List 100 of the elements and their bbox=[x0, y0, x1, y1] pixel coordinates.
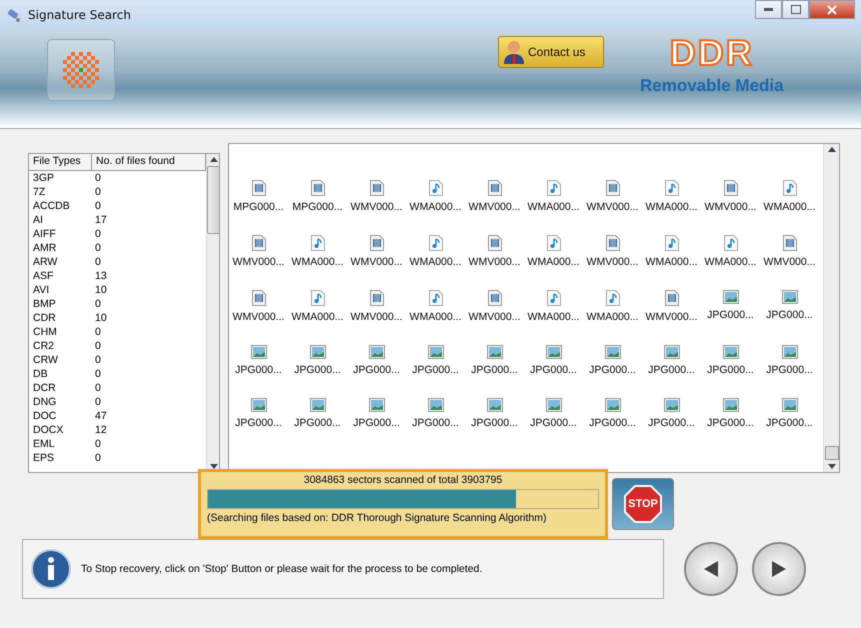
music-file-icon[interactable] bbox=[664, 235, 678, 251]
file-name[interactable]: WMV000... bbox=[646, 311, 698, 323]
music-file-icon[interactable] bbox=[310, 290, 324, 306]
scrollbar-thumb[interactable] bbox=[207, 166, 219, 234]
close-button[interactable] bbox=[809, 0, 855, 19]
image-file-icon[interactable] bbox=[664, 345, 680, 359]
image-file-icon[interactable] bbox=[368, 345, 384, 359]
image-file-icon[interactable] bbox=[664, 398, 680, 412]
image-file-icon[interactable] bbox=[486, 398, 502, 412]
file-name[interactable]: JPG000... bbox=[589, 364, 636, 376]
file-name[interactable]: WMA000... bbox=[646, 256, 698, 268]
image-file-icon[interactable] bbox=[722, 290, 738, 304]
back-button[interactable] bbox=[684, 542, 738, 596]
file-name[interactable]: JPG000... bbox=[707, 309, 754, 321]
video-file-icon[interactable] bbox=[488, 180, 502, 196]
music-file-icon[interactable] bbox=[724, 235, 738, 251]
video-file-icon[interactable] bbox=[606, 180, 620, 196]
file-name[interactable]: JPG000... bbox=[412, 364, 459, 376]
file-name[interactable]: JPG000... bbox=[530, 417, 577, 429]
music-file-icon[interactable] bbox=[606, 290, 620, 306]
video-file-icon[interactable] bbox=[488, 235, 502, 251]
scroll-down-icon[interactable] bbox=[828, 464, 836, 469]
image-file-icon[interactable] bbox=[546, 398, 562, 412]
image-file-icon[interactable] bbox=[428, 398, 444, 412]
file-name[interactable]: JPG000... bbox=[412, 417, 459, 429]
music-file-icon[interactable] bbox=[428, 180, 442, 196]
file-name[interactable]: JPG000... bbox=[353, 364, 400, 376]
file-name[interactable]: JPG000... bbox=[766, 309, 813, 321]
video-file-icon[interactable] bbox=[252, 290, 266, 306]
scrollbar-thumb[interactable] bbox=[824, 446, 838, 460]
file-name[interactable]: WMA000... bbox=[410, 256, 462, 268]
file-name[interactable]: WMV000... bbox=[350, 201, 402, 213]
image-file-icon[interactable] bbox=[546, 345, 562, 359]
file-name[interactable]: JPG000... bbox=[648, 364, 695, 376]
file-name[interactable]: WMV000... bbox=[468, 201, 520, 213]
music-file-icon[interactable] bbox=[546, 235, 560, 251]
image-file-icon[interactable] bbox=[310, 398, 326, 412]
file-name[interactable]: WMA000... bbox=[292, 311, 344, 323]
file-name[interactable]: WMV000... bbox=[586, 201, 638, 213]
contact-us-button[interactable]: Contact us bbox=[498, 36, 604, 68]
file-name[interactable]: JPG000... bbox=[294, 417, 341, 429]
music-file-icon[interactable] bbox=[782, 180, 796, 196]
music-file-icon[interactable] bbox=[310, 235, 324, 251]
image-file-icon[interactable] bbox=[722, 345, 738, 359]
file-name[interactable]: JPG000... bbox=[294, 364, 341, 376]
image-file-icon[interactable] bbox=[604, 398, 620, 412]
file-name[interactable]: WMA000... bbox=[528, 256, 580, 268]
file-name[interactable]: JPG000... bbox=[471, 364, 518, 376]
music-file-icon[interactable] bbox=[546, 290, 560, 306]
video-file-icon[interactable] bbox=[782, 235, 796, 251]
file-name[interactable]: WMV000... bbox=[468, 311, 520, 323]
file-name[interactable]: MPG000... bbox=[292, 201, 343, 213]
file-name[interactable]: JPG000... bbox=[766, 417, 813, 429]
video-file-icon[interactable] bbox=[370, 235, 384, 251]
file-name[interactable]: JPG000... bbox=[235, 364, 282, 376]
file-name[interactable]: WMA000... bbox=[586, 311, 638, 323]
file-name[interactable]: WMA000... bbox=[528, 201, 580, 213]
file-name[interactable]: WMA000... bbox=[410, 201, 462, 213]
column-header[interactable]: File Types bbox=[29, 154, 92, 170]
file-name[interactable]: JPG000... bbox=[707, 364, 754, 376]
image-file-icon[interactable] bbox=[428, 345, 444, 359]
video-file-icon[interactable] bbox=[606, 235, 620, 251]
file-name[interactable]: WMA000... bbox=[292, 256, 344, 268]
minimize-button[interactable] bbox=[755, 0, 782, 19]
video-file-icon[interactable] bbox=[724, 180, 738, 196]
file-name[interactable]: MPG000... bbox=[233, 201, 284, 213]
file-name[interactable]: JPG000... bbox=[707, 417, 754, 429]
file-name[interactable]: JPG000... bbox=[648, 417, 695, 429]
file-name[interactable]: WMV000... bbox=[232, 256, 284, 268]
file-name[interactable]: WMV000... bbox=[704, 201, 756, 213]
scroll-up-icon[interactable] bbox=[210, 157, 218, 162]
scroll-up-icon[interactable] bbox=[828, 147, 836, 152]
video-file-icon[interactable] bbox=[370, 290, 384, 306]
file-name[interactable]: WMV000... bbox=[468, 256, 520, 268]
image-file-icon[interactable] bbox=[250, 345, 266, 359]
stop-button[interactable]: STOP bbox=[612, 478, 674, 530]
next-button[interactable] bbox=[752, 542, 806, 596]
video-file-icon[interactable] bbox=[488, 290, 502, 306]
image-file-icon[interactable] bbox=[782, 398, 798, 412]
column-header[interactable]: No. of files found bbox=[92, 154, 206, 170]
file-name[interactable]: WMV000... bbox=[350, 256, 402, 268]
video-file-icon[interactable] bbox=[252, 235, 266, 251]
file-name[interactable]: JPG000... bbox=[353, 417, 400, 429]
file-name[interactable]: WMA000... bbox=[646, 201, 698, 213]
image-file-icon[interactable] bbox=[782, 345, 798, 359]
music-file-icon[interactable] bbox=[546, 180, 560, 196]
music-file-icon[interactable] bbox=[664, 180, 678, 196]
music-file-icon[interactable] bbox=[428, 290, 442, 306]
image-file-icon[interactable] bbox=[604, 345, 620, 359]
music-file-icon[interactable] bbox=[428, 235, 442, 251]
image-file-icon[interactable] bbox=[486, 345, 502, 359]
scrollbar[interactable] bbox=[823, 144, 839, 472]
file-name[interactable]: JPG000... bbox=[471, 417, 518, 429]
file-name[interactable]: WMV000... bbox=[586, 256, 638, 268]
file-name[interactable]: WMA000... bbox=[528, 311, 580, 323]
file-name[interactable]: WMA000... bbox=[764, 201, 816, 213]
video-file-icon[interactable] bbox=[664, 290, 678, 306]
image-file-icon[interactable] bbox=[782, 290, 798, 304]
scrollbar[interactable] bbox=[206, 154, 219, 472]
maximize-button[interactable] bbox=[782, 0, 809, 19]
